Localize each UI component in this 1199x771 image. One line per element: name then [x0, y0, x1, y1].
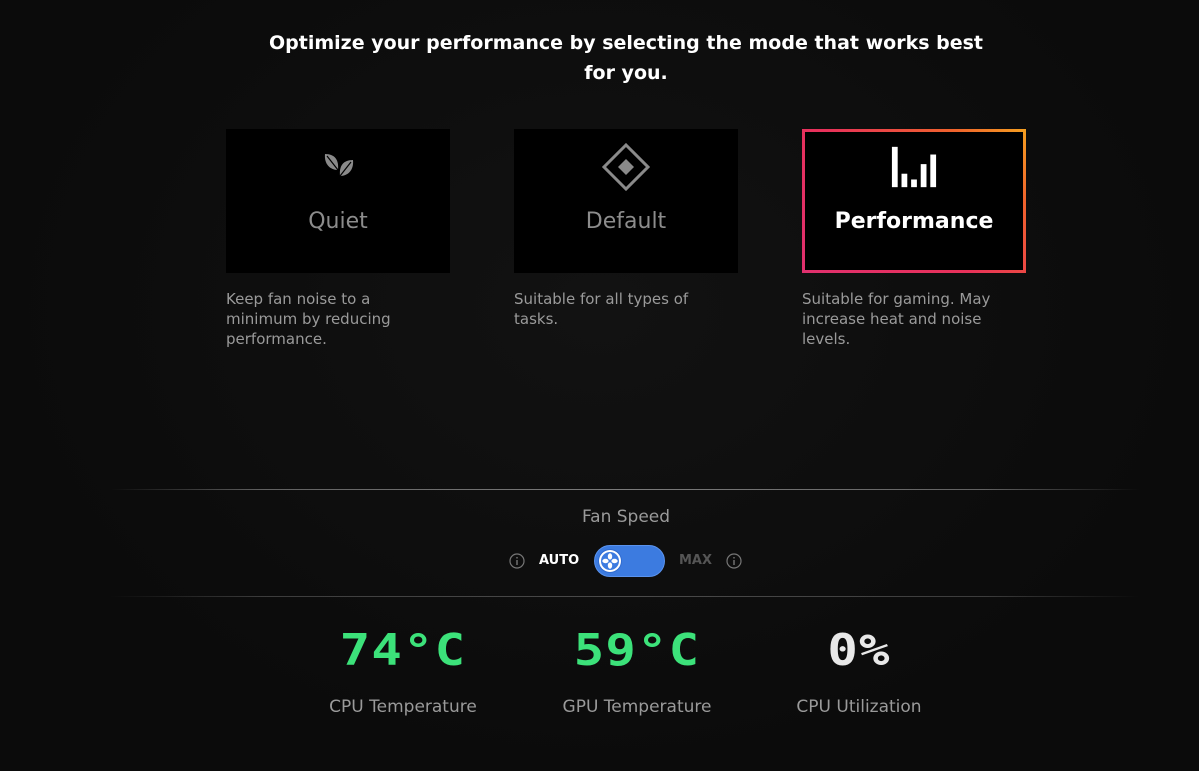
stat-cpu-temperature: 74°C CPU Temperature [293, 625, 513, 717]
page-headline: Optimize your performance by selecting t… [268, 32, 984, 84]
fan-speed-title: Fan Speed [581, 507, 671, 527]
mode-description-performance: Suitable for gaming. May increase heat a… [802, 290, 991, 348]
info-icon[interactable] [509, 553, 525, 569]
mode-label-quiet: Quiet [308, 209, 368, 234]
stat-cpu-utilization: 0% CPU Utilization [749, 625, 969, 717]
cpu-utilization-label: CPU Utilization [796, 697, 922, 717]
fan-max-label[interactable]: MAX [679, 553, 712, 568]
gpu-temperature-label: GPU Temperature [562, 697, 712, 717]
fan-icon [598, 549, 622, 573]
performance-mode-page: Optimize your performance by selecting t… [0, 0, 1199, 771]
fan-auto-label[interactable]: AUTO [539, 553, 579, 568]
fan-speed-toggle[interactable] [594, 545, 665, 577]
divider-top [110, 489, 1140, 490]
info-icon[interactable] [726, 553, 742, 569]
cpu-temperature-label: CPU Temperature [329, 697, 477, 717]
bars-icon [890, 143, 938, 191]
mode-label-default: Default [585, 209, 667, 234]
divider-bottom [110, 596, 1140, 597]
mode-card-default[interactable]: Default [514, 129, 738, 273]
stat-gpu-temperature: 59°C GPU Temperature [527, 625, 747, 717]
mode-label-performance: Performance [834, 209, 994, 234]
diamond-icon [602, 143, 650, 191]
fan-speed-control: AUTO MAX [0, 545, 1199, 577]
mode-card-quiet[interactable]: Quiet [226, 129, 450, 273]
cpu-utilization-value: 0% [827, 625, 891, 676]
leaf-icon [314, 143, 362, 191]
cpu-temperature-value: 74°C [339, 625, 467, 676]
mode-description-default: Suitable for all types of tasks. [514, 290, 689, 328]
gpu-temperature-value: 59°C [573, 625, 701, 676]
mode-description-quiet: Keep fan noise to a minimum by reducing … [226, 290, 391, 348]
mode-card-performance[interactable]: Performance [802, 129, 1026, 273]
